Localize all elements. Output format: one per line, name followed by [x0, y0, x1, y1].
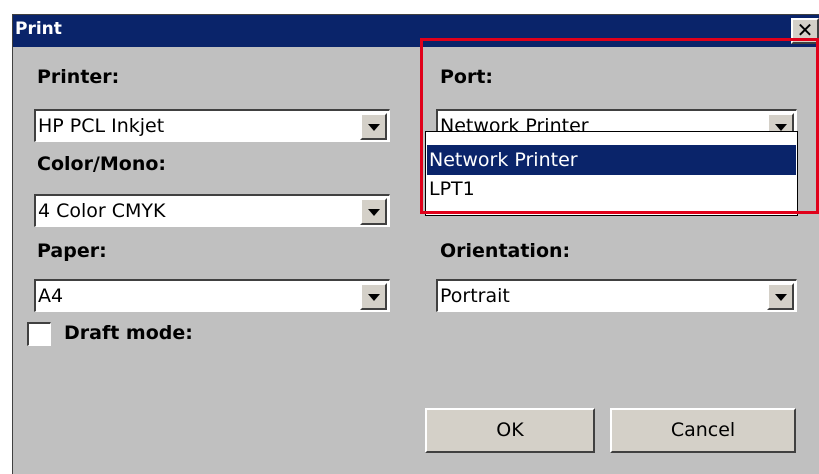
orientation-label: Orientation: [440, 240, 571, 262]
printer-dropdown-button[interactable] [360, 113, 387, 140]
chevron-down-icon [368, 294, 380, 301]
paper-value: A4 [38, 285, 64, 307]
highlight-box [420, 38, 819, 214]
orientation-value: Portrait [440, 285, 510, 307]
chevron-down-icon [368, 209, 380, 216]
printer-combo[interactable]: HP PCL Inkjet [34, 109, 390, 142]
paper-combo[interactable]: A4 [34, 279, 390, 312]
draft-mode-checkbox[interactable] [27, 322, 51, 346]
printer-label: Printer: [37, 66, 120, 88]
chevron-down-icon [775, 294, 787, 301]
color-mono-dropdown-button[interactable] [360, 198, 387, 225]
paper-label: Paper: [37, 240, 107, 262]
draft-mode-label: Draft mode: [64, 322, 193, 344]
paper-dropdown-button[interactable] [360, 283, 387, 310]
cancel-button[interactable]: Cancel [610, 408, 796, 453]
orientation-dropdown-button[interactable] [767, 283, 794, 310]
color-mono-label: Color/Mono: [37, 153, 167, 175]
orientation-combo[interactable]: Portrait [436, 279, 797, 312]
color-mono-value: 4 Color CMYK [38, 200, 166, 222]
dialog-title: Print [15, 19, 62, 39]
chevron-down-icon [368, 124, 380, 131]
ok-button[interactable]: OK [425, 408, 595, 453]
color-mono-combo[interactable]: 4 Color CMYK [34, 194, 390, 227]
printer-value: HP PCL Inkjet [38, 115, 165, 137]
